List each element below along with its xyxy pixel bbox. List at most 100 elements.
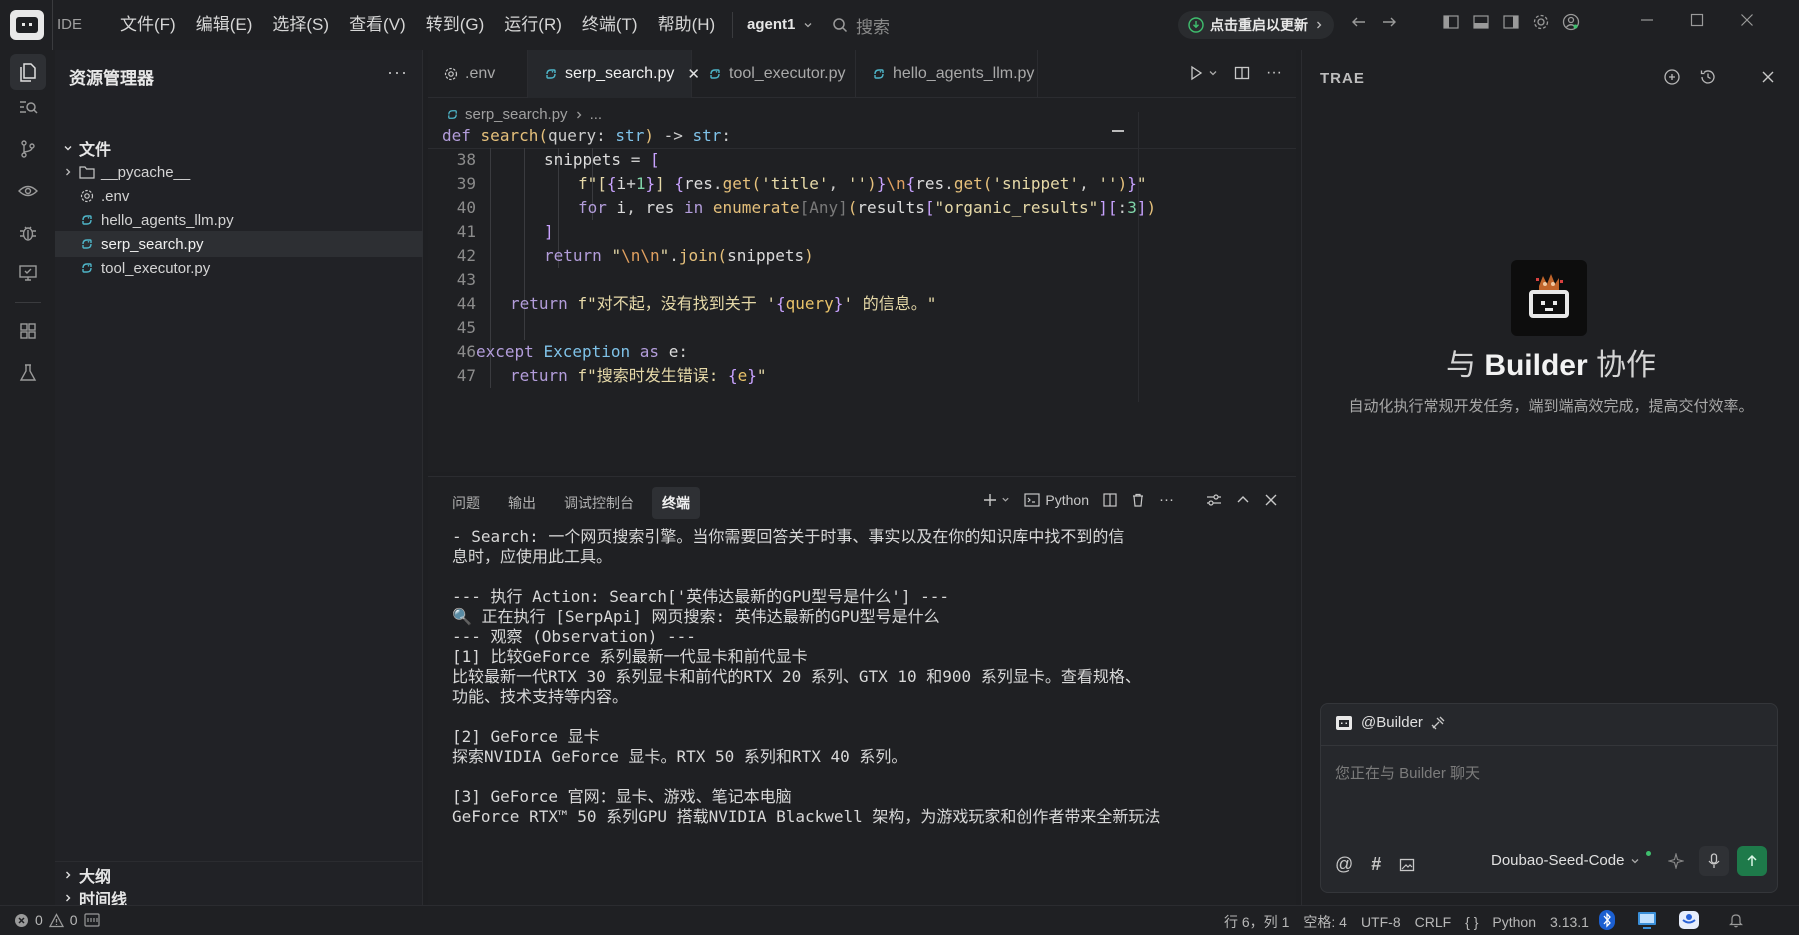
system-tray: [1598, 909, 1744, 931]
more-actions-icon[interactable]: ···: [1266, 64, 1282, 82]
outline-section[interactable]: 大纲: [55, 861, 423, 887]
hashtag-icon[interactable]: #: [1371, 854, 1381, 875]
run-icon[interactable]: [1188, 65, 1218, 81]
tree-item-tool-executor[interactable]: tool_executor.py: [55, 255, 423, 281]
explorer-activity[interactable]: [10, 54, 46, 90]
send-button[interactable]: [1737, 846, 1767, 876]
chevron-right-icon: [1314, 20, 1324, 30]
account-icon[interactable]: [1562, 13, 1580, 31]
breadcrumb: serp_search.py ...: [446, 106, 602, 123]
sparkle-icon[interactable]: [1661, 846, 1691, 876]
breadcrumb-more[interactable]: ...: [590, 106, 603, 123]
more-actions-icon[interactable]: ···: [387, 62, 408, 83]
tab-problems[interactable]: 问题: [442, 487, 490, 519]
menu-edit[interactable]: 编辑(E): [186, 0, 263, 50]
tree-item-label: hello_agents_llm.py: [101, 211, 234, 229]
settings-icon: [444, 67, 458, 81]
language-braces[interactable]: { }: [1465, 914, 1478, 930]
close-icon[interactable]: [1740, 13, 1754, 27]
network-icon[interactable]: [1636, 910, 1658, 930]
tree-item-pycache[interactable]: __pycache__: [55, 159, 423, 185]
remote-activity[interactable]: [15, 260, 41, 286]
tab-terminal[interactable]: 终端: [652, 487, 700, 519]
flask-icon: [18, 363, 38, 383]
back-arrow-icon[interactable]: [1350, 13, 1368, 31]
tab-debug-console[interactable]: 调试控制台: [554, 487, 644, 519]
agent-mention[interactable]: @Builder: [1335, 714, 1445, 731]
close-panel-icon[interactable]: [1264, 493, 1278, 507]
model-selector[interactable]: Doubao-Seed-Code: [1491, 851, 1652, 869]
toggle-secondary-sidebar-icon[interactable]: [1502, 13, 1520, 31]
code-editor[interactable]: def search(query: str) -> str: 38 39 40 …: [428, 112, 1296, 472]
more-actions-icon[interactable]: ···: [1159, 491, 1174, 508]
debug-activity[interactable]: [15, 220, 41, 246]
at-mention-icon[interactable]: @: [1335, 854, 1353, 875]
app-tray-icon[interactable]: [1678, 910, 1700, 930]
close-icon[interactable]: [1761, 70, 1775, 84]
code-line-46: except Exception as e:: [476, 342, 688, 361]
chat-input[interactable]: 您正在与 Builder 聊天: [1335, 762, 1480, 783]
menu-go[interactable]: 转到(G): [416, 0, 495, 50]
encoding[interactable]: UTF-8: [1361, 914, 1401, 930]
search-activity[interactable]: [15, 94, 41, 120]
add-terminal-icon[interactable]: [983, 493, 1010, 507]
menu-run[interactable]: 运行(R): [494, 0, 572, 50]
python-version[interactable]: 3.13.1: [1550, 914, 1589, 930]
trash-icon[interactable]: [1131, 493, 1145, 507]
terminal-line: GeForce RTX™ 50 系列GPU 搭载NVIDIA Blackwell…: [452, 807, 1161, 826]
tree-item-hello-agents-llm[interactable]: hello_agents_llm.py: [55, 207, 423, 233]
split-editor-icon[interactable]: [1234, 65, 1250, 81]
history-icon[interactable]: [1699, 68, 1717, 86]
command-search[interactable]: 搜索: [832, 12, 890, 38]
line-ending[interactable]: CRLF: [1415, 914, 1452, 930]
workspace-root[interactable]: 文件: [55, 135, 423, 161]
new-chat-icon[interactable]: [1663, 68, 1681, 86]
line-number: 46: [456, 342, 476, 361]
sliders-icon[interactable]: [1206, 493, 1222, 507]
tab-tool-executor[interactable]: tool_executor.py: [692, 50, 856, 98]
forward-arrow-icon[interactable]: [1380, 13, 1398, 31]
microphone-button[interactable]: [1699, 846, 1729, 876]
explorer-panel: 资源管理器 ··· 文件 __pycache__ .env hello_agen…: [55, 50, 423, 909]
menu-help[interactable]: 帮助(H): [648, 0, 726, 50]
source-control-activity[interactable]: [15, 136, 41, 162]
image-icon[interactable]: [1399, 857, 1415, 873]
testing-activity[interactable]: [15, 360, 41, 386]
maximize-icon[interactable]: [1690, 13, 1704, 27]
problems-indicator[interactable]: 0 0: [14, 912, 100, 928]
toggle-sidebar-icon[interactable]: [1442, 13, 1460, 31]
tab-label: serp_search.py: [565, 65, 675, 82]
menu-selection[interactable]: 选择(S): [262, 0, 339, 50]
preview-activity[interactable]: [15, 178, 41, 204]
menu-file[interactable]: 文件(F): [110, 0, 186, 50]
python-icon: [79, 236, 95, 252]
menu-terminal[interactable]: 终端(T): [572, 0, 648, 50]
terminal-profile[interactable]: Python: [1024, 492, 1089, 508]
cursor-position[interactable]: 行 6，列 1: [1224, 912, 1289, 932]
ports-icon[interactable]: [83, 913, 100, 927]
tab-serp-search[interactable]: serp_search.py ✕: [528, 50, 700, 98]
split-terminal-icon[interactable]: [1103, 492, 1117, 507]
files-icon: [17, 61, 39, 83]
restart-update-button[interactable]: 点击重启以更新: [1178, 11, 1334, 39]
tab-hello-agents-llm[interactable]: hello_agents_llm.py: [856, 50, 1038, 98]
language-mode[interactable]: Python: [1492, 914, 1536, 930]
bluetooth-icon[interactable]: [1598, 909, 1616, 931]
menu-view[interactable]: 查看(V): [339, 0, 416, 50]
tab-output[interactable]: 输出: [498, 487, 546, 519]
minimize-icon[interactable]: [1640, 13, 1654, 27]
toggle-panel-icon[interactable]: [1472, 13, 1490, 31]
breadcrumb-file[interactable]: serp_search.py: [465, 106, 568, 123]
tab-env[interactable]: .env: [428, 50, 528, 98]
terminal-output[interactable]: - Search: 一个网页搜索引擎。当你需要回答关于时事、事实以及在你的知识库…: [452, 527, 1282, 827]
indentation[interactable]: 空格: 4: [1303, 912, 1347, 932]
workspace-selector[interactable]: agent1: [732, 12, 813, 38]
extensions-activity[interactable]: [15, 318, 41, 344]
tree-item-env[interactable]: .env: [55, 183, 423, 209]
tree-item-serp-search[interactable]: serp_search.py: [55, 231, 423, 257]
code-line-39: f"[{i+1}] {res.get('title', '')}\n{res.g…: [578, 174, 1147, 193]
chevron-up-icon[interactable]: [1236, 493, 1250, 507]
gear-icon[interactable]: [1532, 13, 1550, 31]
builder-icon: [1335, 715, 1353, 731]
bell-icon[interactable]: [1728, 912, 1744, 928]
